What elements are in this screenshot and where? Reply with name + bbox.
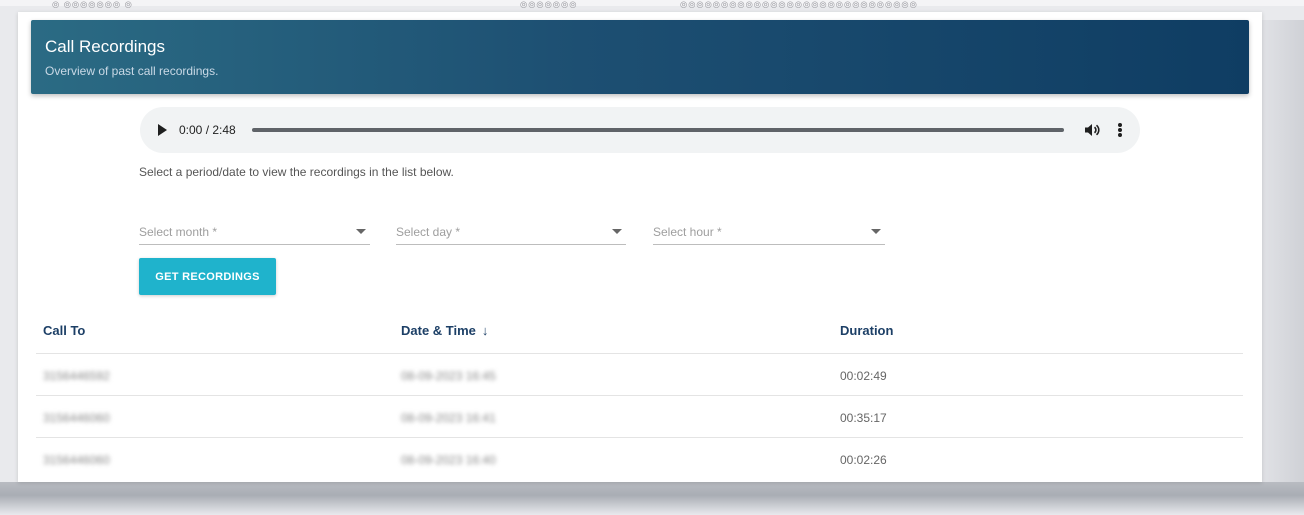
day-select-label: Select day *	[396, 224, 461, 239]
decorative-dots: ⦾⦾⦾⦾⦾⦾⦾⦾⦾⦾⦾⦾⦾⦾⦾⦾⦾⦾⦾⦾⦾⦾⦾⦾⦾⦾⦾⦾⦾	[680, 0, 918, 10]
page-subtitle: Overview of past call recordings.	[45, 64, 219, 78]
datetime-cell: 08-09-2023 16:45	[401, 369, 496, 383]
decorative-dots: ⦾ ⦾⦾⦾⦾⦾⦾⦾ ⦾	[52, 0, 133, 10]
page-title: Call Recordings	[45, 37, 165, 56]
column-header-call-to[interactable]: Call To	[43, 323, 85, 338]
chevron-down-icon	[612, 229, 622, 234]
get-recordings-button[interactable]: GET RECORDINGS	[139, 258, 276, 295]
month-select[interactable]: Select month *	[139, 219, 370, 245]
background-shade	[1256, 20, 1304, 500]
day-select[interactable]: Select day *	[396, 219, 626, 245]
arrow-down-icon: ↓	[481, 323, 489, 338]
datetime-cell: 08-09-2023 16:41	[401, 411, 496, 425]
top-strip	[0, 0, 1304, 6]
audio-player: 0:00 / 2:48	[140, 107, 1140, 153]
column-header-label: Call To	[43, 323, 86, 338]
chevron-down-icon	[871, 229, 881, 234]
volume-icon[interactable]	[1084, 123, 1100, 137]
row-divider	[36, 395, 1243, 396]
datetime-cell: 08-09-2023 16:40	[401, 453, 496, 467]
playback-time: 0:00 / 2:48	[179, 123, 236, 137]
row-divider	[36, 353, 1243, 354]
column-header-label: Duration	[840, 323, 894, 338]
hour-select-label: Select hour *	[653, 224, 722, 239]
row-divider	[36, 437, 1243, 438]
progress-bar[interactable]	[251, 128, 1064, 132]
duration-cell: 00:02:26	[840, 453, 887, 467]
column-header-date-time[interactable]: Date & Time ↓	[401, 323, 488, 338]
call-to-cell: 3156446592	[43, 369, 110, 383]
decorative-dots: ⦾⦾⦾⦾⦾⦾⦾	[520, 0, 578, 10]
play-icon[interactable]	[158, 124, 167, 136]
instruction-text: Select a period/date to view the recordi…	[139, 165, 454, 179]
month-select-label: Select month *	[139, 224, 218, 239]
hour-select[interactable]: Select hour *	[653, 219, 885, 245]
column-header-label: Date & Time	[401, 323, 476, 338]
column-header-duration[interactable]: Duration	[840, 323, 893, 338]
duration-cell: 00:35:17	[840, 411, 887, 425]
more-vert-icon[interactable]	[1118, 123, 1122, 137]
duration-cell: 00:02:49	[840, 369, 887, 383]
call-to-cell: 3156446060	[43, 411, 110, 425]
page-header: Call Recordings Overview of past call re…	[31, 20, 1249, 94]
bottom-bar	[0, 482, 1304, 515]
chevron-down-icon	[356, 229, 366, 234]
call-to-cell: 3156446060	[43, 453, 110, 467]
